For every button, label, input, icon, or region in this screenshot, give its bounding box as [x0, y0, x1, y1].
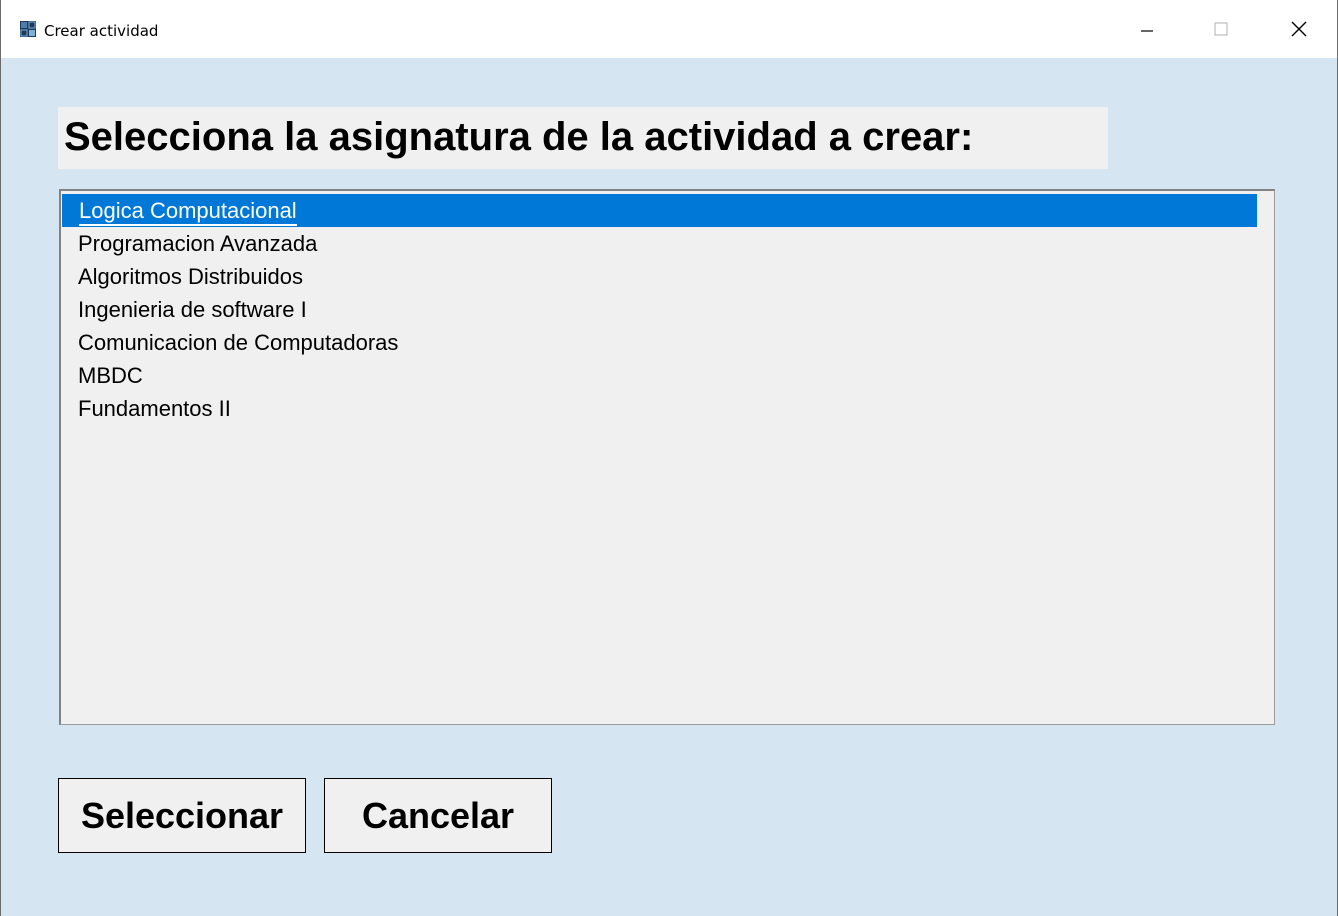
- page-heading: Selecciona la asignatura de la actividad…: [58, 107, 1108, 169]
- list-item[interactable]: Programacion Avanzada: [61, 227, 1274, 260]
- list-item-label: Fundamentos II: [78, 396, 231, 421]
- list-item-label: Ingenieria de software I: [78, 297, 307, 322]
- list-item[interactable]: Comunicacion de Computadoras: [61, 326, 1274, 359]
- dialog-content: Selecciona la asignatura de la actividad…: [1, 58, 1337, 916]
- list-item[interactable]: Fundamentos II: [61, 392, 1274, 425]
- dialog-window: Crear actividad Selecciona la asignatura…: [0, 0, 1338, 916]
- list-item[interactable]: Algoritmos Distribuidos: [61, 260, 1274, 293]
- cancel-button[interactable]: Cancelar: [324, 778, 552, 853]
- window-title: Crear actividad: [44, 22, 159, 40]
- close-button[interactable]: [1269, 0, 1329, 58]
- list-item-label: MBDC: [78, 363, 143, 388]
- subject-listbox[interactable]: Logica Computacional Programacion Avanzad…: [59, 189, 1275, 725]
- maximize-icon: [1214, 22, 1228, 36]
- list-item-label: Algoritmos Distribuidos: [78, 264, 303, 289]
- close-icon: [1291, 21, 1307, 37]
- minimize-button[interactable]: [1117, 0, 1177, 58]
- maximize-button[interactable]: [1191, 0, 1251, 58]
- list-item[interactable]: MBDC: [61, 359, 1274, 392]
- list-item-label: Comunicacion de Computadoras: [78, 330, 399, 355]
- select-button[interactable]: Seleccionar: [58, 778, 306, 853]
- list-item-label: Programacion Avanzada: [78, 231, 318, 256]
- list-item[interactable]: Logica Computacional: [62, 194, 1257, 227]
- list-item-label: Logica Computacional: [79, 198, 297, 226]
- app-logo-icon: [20, 21, 36, 37]
- minimize-icon: [1141, 30, 1153, 32]
- list-item[interactable]: Ingenieria de software I: [61, 293, 1274, 326]
- title-bar[interactable]: Crear actividad: [1, 0, 1337, 58]
